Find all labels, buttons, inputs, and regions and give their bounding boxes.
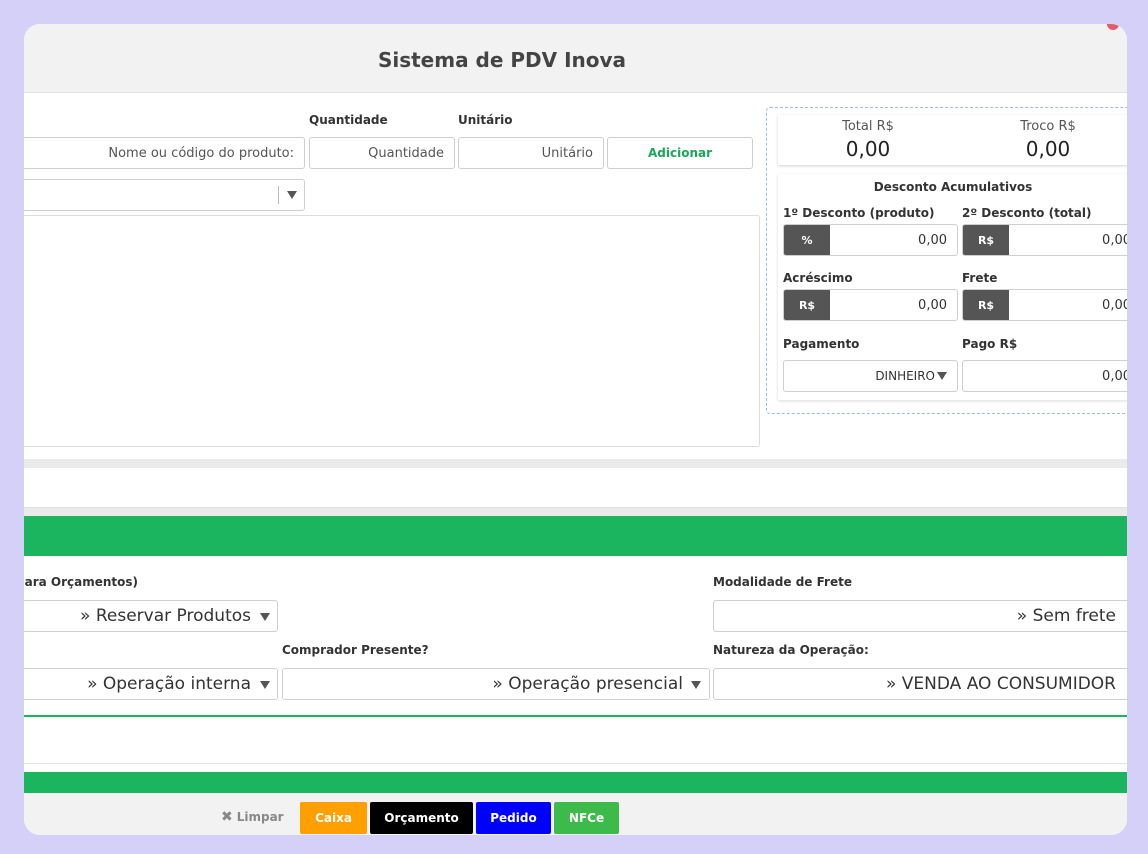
pagamento-select[interactable]: DINHEIRO <box>783 360 958 392</box>
quantidade-input[interactable]: Quantidade <box>309 137 455 169</box>
section-divider <box>24 508 1127 516</box>
orcamento-button[interactable]: Orçamento <box>370 802 473 834</box>
options-header-bar <box>24 516 1127 556</box>
second-discount-label: 2º Desconto (total) <box>962 206 1092 220</box>
clear-button[interactable]: ✖ Limpar <box>221 809 284 825</box>
troco-label: Troco R$ <box>1020 119 1076 134</box>
currency-prefix: R$ <box>963 290 1009 320</box>
chevron-down-icon[interactable] <box>287 191 297 199</box>
caixa-button[interactable]: Caixa <box>300 802 367 834</box>
currency-prefix: R$ <box>963 225 1009 255</box>
totals-box: Total R$ 0,00 Troco R$ 0,00 <box>778 115 1127 165</box>
chevron-down-icon[interactable] <box>260 681 270 689</box>
frete-mode-select[interactable]: » Sem frete <box>713 600 1127 632</box>
unitario-input[interactable]: Unitário <box>458 137 604 169</box>
acrescimo-label: Acréscimo <box>783 271 853 285</box>
discount-title: Desconto Acumulativos <box>873 180 1033 194</box>
pedido-button[interactable]: Pedido <box>476 802 551 834</box>
pago-label: Pago R$ <box>962 337 1018 351</box>
clear-label: Limpar <box>236 810 284 824</box>
chevron-down-icon[interactable] <box>691 681 701 689</box>
operacao-select[interactable]: » Operação interna <box>24 668 278 700</box>
product-search-input[interactable]: Nome ou código do produto: <box>24 137 305 169</box>
window-dot-icon <box>1107 24 1119 30</box>
orcamento-option-label: para Orçamentos) <box>24 575 139 589</box>
total-value: 0,00 <box>845 137 891 161</box>
currency-prefix: R$ <box>784 290 830 320</box>
second-discount-field[interactable]: R$ 0,00 <box>962 224 1127 256</box>
section-spacer <box>24 468 1127 508</box>
frete-value: 0,00 <box>1102 297 1127 313</box>
items-list <box>24 215 760 447</box>
acrescimo-field[interactable]: R$ 0,00 <box>783 289 958 321</box>
natureza-select[interactable]: » VENDA AO CONSUMIDOR <box>713 668 1127 700</box>
first-discount-value: 0,00 <box>918 232 947 248</box>
actions-header-bar <box>24 772 1127 793</box>
percent-prefix: % <box>784 225 830 255</box>
first-discount-field[interactable]: % 0,00 <box>783 224 958 256</box>
pagamento-label: Pagamento <box>783 337 860 351</box>
nfce-button[interactable]: NFCe <box>554 802 619 834</box>
unitario-label: Unitário <box>458 113 513 127</box>
total-label: Total R$ <box>842 119 894 134</box>
natureza-label: Natureza da Operação: <box>713 643 869 657</box>
comprador-label: Comprador Presente? <box>282 643 429 657</box>
pago-input[interactable]: 0,00 <box>962 360 1127 392</box>
pdv-window: Sistema de PDV Inova Quantidade Unitário… <box>24 24 1127 835</box>
close-icon: ✖ <box>221 809 233 825</box>
product-select[interactable] <box>24 179 305 211</box>
second-discount-value: 0,00 <box>1102 232 1127 248</box>
chevron-down-icon[interactable] <box>260 613 270 621</box>
first-discount-label: 1º Desconto (produto) <box>783 206 935 220</box>
reservar-select[interactable]: » Reservar Produtos <box>24 600 278 632</box>
frete-field[interactable]: R$ 0,00 <box>962 289 1127 321</box>
acrescimo-value: 0,00 <box>918 297 947 313</box>
frete-label: Frete <box>962 271 998 285</box>
comprador-select[interactable]: » Operação presencial <box>282 668 710 700</box>
quantidade-label: Quantidade <box>309 113 388 127</box>
section-spacer <box>24 724 1127 764</box>
page-title: Sistema de PDV Inova <box>377 48 627 72</box>
troco-value: 0,00 <box>1025 137 1071 161</box>
title-bar: Sistema de PDV Inova <box>24 24 1127 93</box>
frete-mode-label: Modalidade de Frete <box>713 575 852 589</box>
options-bottom-line <box>24 715 1127 717</box>
chevron-down-icon[interactable] <box>937 372 947 380</box>
discount-box: Desconto Acumulativos 1º Desconto (produ… <box>778 174 1127 400</box>
select-divider <box>278 186 279 204</box>
section-divider <box>24 459 1127 468</box>
add-product-button[interactable]: Adicionar <box>607 137 753 169</box>
